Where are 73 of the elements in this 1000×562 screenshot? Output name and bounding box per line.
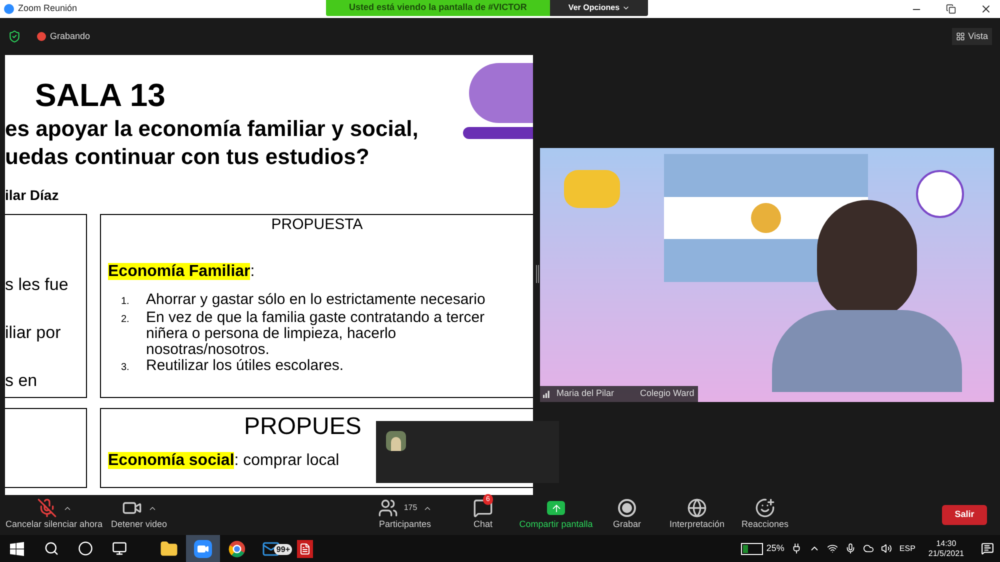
toolbar-button[interactable]: Compartir pantalla [519,518,593,532]
smiley-plus-icon [755,498,775,518]
toolbar-button[interactable]: Interpretación [669,518,725,532]
cell-text: s en [5,371,38,391]
video-app-icon[interactable] [186,535,220,562]
restore-icon[interactable] [946,4,956,14]
list-number: 2. [120,313,130,327]
record-icon [618,499,636,518]
participant-organization: Colegio Ward [640,387,694,400]
clock-date[interactable]: 21/5/2021 [928,548,964,558]
battery-indicator[interactable] [741,542,764,554]
list-item-text: Ahorrar y gastar sólo en lo estrictamente necesario [146,292,486,308]
toolbar-button[interactable]: Detener video [110,518,168,532]
app-logo-icon [4,4,14,14]
slide-question: uedas continuar con tus estudios? [5,143,370,171]
browser-logo-icon [228,540,246,558]
avatar-icon [386,431,406,451]
document-icon [297,540,313,558]
toolbar-button[interactable]: Participantes [378,518,432,532]
video-camera-icon [194,540,212,558]
view-options-button[interactable]: Ver Opciones [550,0,648,16]
folder-icon [160,540,178,558]
cell-text: s les fue [5,275,68,295]
circle-icon [78,541,92,556]
task-view-icon [112,541,126,556]
toolbar-button[interactable]: Grabar [612,518,641,532]
banner-message: Usted está viendo la pantalla de #VICTOR [326,0,550,16]
network-icon[interactable] [827,543,838,554]
recording-label: Grabando [50,30,90,43]
cloud-icon[interactable] [863,543,874,554]
list-item-text: En vez de que la familia gaste contratando a tercer [146,310,485,326]
speaker-icon[interactable] [881,543,892,554]
toolbar-button[interactable]: Cancelar silenciar ahora [5,518,103,532]
battery-reading: 25% [766,542,784,555]
cell-heading: PROPUES [244,412,362,442]
list-item-text: Reutilizar los útiles escolares. [146,358,344,374]
shield-check-icon[interactable] [8,30,21,43]
grid-icon [956,32,966,41]
chat-bubble-icon [473,498,493,518]
cell-heading: PROPUESTA [271,216,363,234]
microphone-icon[interactable] [845,543,856,554]
share-screen-icon [547,501,565,516]
cell-lead-text: Economía Familiar: [108,262,255,282]
close-icon[interactable] [980,3,992,15]
toolbar-button[interactable]: Chat [473,518,492,532]
search-icon [44,541,58,556]
participant-count: 175 [404,502,418,514]
unread-count-badge: 99+ [274,544,292,554]
notifications-icon[interactable] [981,542,994,555]
slide-author: ilar Díaz [5,186,59,205]
list-item-text: niñera o persona de limpieza, hacerlo [146,326,396,342]
caret-icon [622,4,630,12]
list-item-text: nosotras/nosotros. [146,342,270,358]
list-number: 3. [120,361,130,375]
slide-title: SALA 13 [35,77,166,113]
windows-logo-icon [9,540,25,556]
view-button[interactable]: Vista [952,28,992,46]
cell-lead-text: Economía social: comprar local [108,451,340,471]
language-indicator[interactable]: ESP [899,542,916,554]
clock-time[interactable]: 14:30 [936,538,956,548]
slide-question: es apoyar la economía familiar y social, [5,115,418,143]
leave-button[interactable]: Salir [942,505,987,525]
window-title: Zoom Reunión [18,2,78,16]
cell-text: iliar por [5,323,61,343]
logo-picture [916,170,964,218]
list-number: 1. [120,295,130,309]
globe-icon [687,498,707,518]
plug-icon[interactable] [791,543,802,554]
people-icon [378,498,398,518]
participant-name: Maria del Pilar [556,387,614,400]
logo-picture [564,170,620,208]
signal-icon [542,390,550,398]
toolbar-button[interactable]: Reacciones [741,518,789,532]
